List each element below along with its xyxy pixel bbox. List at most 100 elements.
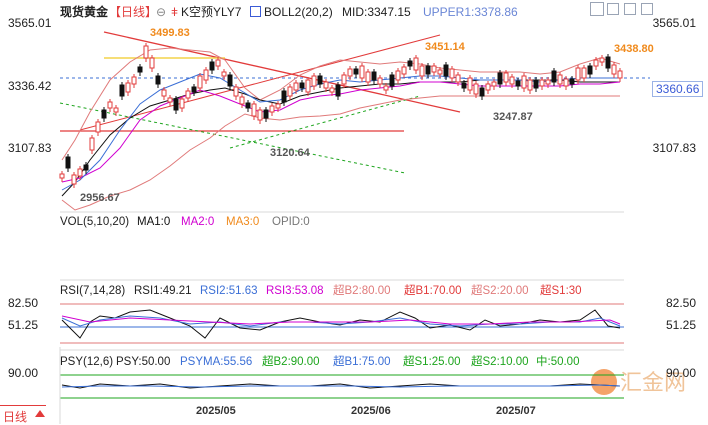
candle-body: [239, 96, 245, 105]
psy-axis-left: 90.00: [8, 366, 39, 380]
candle-body: [497, 72, 503, 85]
psy-b1-value: 超B1:75.00: [333, 356, 391, 368]
psyma-value: PSYMA:55.56: [180, 356, 253, 368]
boll-mid-band: [61, 79, 620, 197]
candle-body: [563, 78, 569, 87]
annot-high-1: 3499.83: [150, 27, 190, 39]
candle-body: [401, 66, 407, 75]
candle-body: [185, 90, 191, 99]
candle-body: [173, 98, 179, 111]
candle-body: [269, 105, 275, 113]
candle-body: [107, 101, 113, 109]
candle-body: [389, 74, 395, 87]
trendline-green-a: [59, 102, 406, 174]
candle-body: [317, 75, 323, 85]
candle-body: [515, 80, 521, 87]
rsi-axis-left-high: 82.50: [8, 296, 39, 310]
candle-body: [305, 79, 311, 93]
vol-opid: OPID:0: [272, 216, 310, 228]
candle-body: [365, 71, 371, 83]
rsi-s1-value: 超S1:30: [540, 285, 582, 297]
rsi-b2-value: 超B2:80.00: [333, 285, 391, 297]
candle-body: [617, 70, 623, 79]
rsi3-value: RSI3:53.08: [266, 285, 324, 297]
candle-body: [95, 121, 101, 133]
rsi2-value: RSI2:51.63: [200, 285, 258, 297]
candle-body: [473, 83, 479, 95]
candle-body: [461, 82, 467, 89]
candle-body: [65, 156, 71, 169]
candle-body: [413, 57, 419, 71]
date-label-july: 2025/07: [496, 405, 536, 417]
candle-body: [479, 87, 485, 97]
candle-body: [335, 84, 341, 97]
candle-body: [545, 79, 551, 85]
candle-body: [77, 168, 83, 177]
watermark-logo-icon: [591, 369, 617, 395]
vol-ma1: MA1:0: [137, 216, 171, 228]
rsi-axis-right-mid: 51.25: [665, 318, 696, 332]
candle-body: [407, 60, 413, 67]
candle-body: [161, 89, 167, 97]
candle-body: [131, 76, 137, 85]
psy-title: PSY(12,6): [60, 356, 114, 368]
psy-s1-value: 超S1:25.00: [403, 356, 461, 368]
candle-body: [605, 56, 611, 69]
candle-body: [71, 174, 77, 185]
candle-body: [347, 68, 353, 77]
annot-high-3: 3438.80: [614, 43, 654, 55]
candle-body: [425, 65, 431, 75]
period-tab[interactable]: 日线: [0, 405, 46, 425]
candle-body: [125, 82, 131, 93]
candle-body: [377, 77, 383, 85]
candle-body: [467, 77, 473, 91]
candle-body: [437, 69, 443, 75]
candle-body: [263, 109, 269, 119]
candle-body: [245, 102, 251, 109]
candle-body: [593, 59, 599, 67]
candle-body: [83, 164, 89, 171]
boll-upper-band: [61, 47, 621, 161]
candle-body: [101, 109, 107, 119]
candle-body: [353, 68, 359, 75]
candle-body: [275, 103, 281, 109]
annot-high-2: 3451.14: [425, 41, 465, 53]
rsi1-value: RSI1:49.21: [134, 285, 192, 297]
candle-body: [293, 82, 299, 91]
candle-body: [557, 74, 563, 85]
candle-body: [383, 85, 389, 91]
psy-mid-value: 中:50.00: [536, 356, 580, 368]
annot-low-3: 3247.87: [493, 111, 533, 123]
candle-body: [509, 76, 515, 85]
candle-body: [89, 137, 95, 151]
candle-body: [137, 66, 143, 73]
candle-body: [215, 59, 221, 67]
candle-body: [323, 81, 329, 89]
period-tab-arrow-icon: [35, 410, 45, 417]
psy-b2-value: 超B2:90.00: [262, 356, 320, 368]
candle-body: [455, 74, 461, 83]
candle-body: [197, 75, 203, 89]
candle-body: [575, 67, 581, 81]
candle-body: [179, 98, 185, 109]
candle-body: [143, 45, 149, 59]
candle-body: [581, 67, 587, 79]
candle-body: [59, 173, 65, 179]
candle-body: [329, 87, 335, 93]
candle-body: [233, 86, 239, 97]
candle-body: [155, 75, 161, 85]
candle-body: [167, 97, 173, 103]
rsi-axis-right-high: 82.50: [665, 296, 696, 310]
candle-body: [419, 65, 425, 77]
candle-body: [599, 57, 605, 63]
annot-low-1: 2956.67: [80, 192, 120, 204]
candle-body: [203, 69, 209, 81]
candle-body: [281, 90, 287, 103]
candle-body: [191, 86, 197, 93]
psy-axis-right: 90.00: [665, 366, 696, 380]
candle-body: [533, 79, 539, 89]
candle-body: [311, 75, 317, 87]
date-label-may: 2025/05: [196, 405, 236, 417]
vol-title: VOL(5,10,20): [60, 216, 130, 228]
candle-body: [611, 64, 617, 75]
